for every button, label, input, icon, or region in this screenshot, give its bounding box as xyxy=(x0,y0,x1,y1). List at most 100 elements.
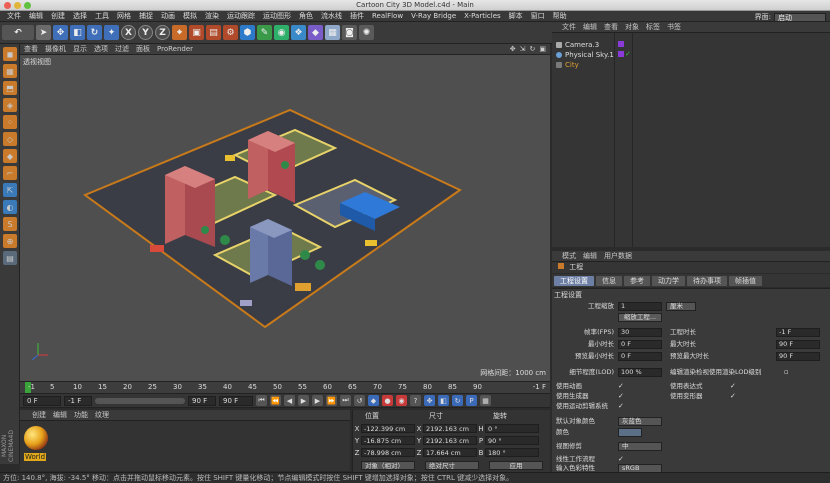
om-menu-tags[interactable]: 标签 xyxy=(646,22,660,32)
pos-y-field[interactable]: -16.875 cm xyxy=(361,436,415,445)
snap-icon[interactable]: S xyxy=(3,217,17,231)
edges-mode-icon[interactable]: ◇ xyxy=(3,132,17,146)
use-animation-checkbox[interactable]: ✓ xyxy=(618,383,624,390)
am-menu-edit[interactable]: 编辑 xyxy=(583,251,597,261)
axis-mode-icon[interactable]: ⌐ xyxy=(3,166,17,180)
lod-field[interactable]: 100 % xyxy=(618,368,662,377)
menu-animate[interactable]: 动画 xyxy=(157,11,179,22)
view-clip-dropdown[interactable]: 中 xyxy=(618,442,662,451)
menu-snap[interactable]: 捕捉 xyxy=(135,11,157,22)
size-z-field[interactable]: 17.664 cm xyxy=(423,448,477,457)
range-slider[interactable] xyxy=(95,397,185,404)
use-expression-checkbox[interactable]: ✓ xyxy=(730,383,736,390)
model-mode-icon[interactable]: ▦ xyxy=(3,64,17,78)
rot-b-field[interactable]: 180 ° xyxy=(485,448,539,457)
axis-y-button[interactable]: Y xyxy=(138,25,153,40)
vp-menu-filter[interactable]: 过滤 xyxy=(115,44,129,54)
menu-pipeline[interactable]: 流水线 xyxy=(317,11,346,22)
axis-x-button[interactable]: X xyxy=(121,25,136,40)
grid-plane-icon[interactable]: ▤ xyxy=(3,251,17,265)
coord-mode-dropdown[interactable]: 对象（相对） xyxy=(361,461,415,470)
rot-key-icon[interactable]: ↻ xyxy=(452,395,463,406)
menu-realflow[interactable]: RealFlow xyxy=(368,11,407,22)
deformer-icon[interactable]: ◆ xyxy=(308,25,323,40)
render-picture-viewer-icon[interactable]: ▤ xyxy=(206,25,221,40)
project-scale-field[interactable]: 1 xyxy=(618,302,662,311)
apply-button[interactable]: 应用 xyxy=(489,461,543,470)
autokey-icon[interactable]: ◉ xyxy=(396,395,407,406)
fps-field[interactable]: 30 xyxy=(618,328,662,337)
om-menu-view[interactable]: 查看 xyxy=(604,22,618,32)
use-deformer-checkbox[interactable]: ✓ xyxy=(730,393,736,400)
menu-motion-tracking[interactable]: 运动跟踪 xyxy=(223,11,259,22)
zoom-window-icon[interactable] xyxy=(24,2,31,9)
scale-project-button[interactable]: 缩放工程... xyxy=(618,313,662,322)
prev-frame-icon[interactable]: ◀ xyxy=(284,395,295,406)
pos-key-icon[interactable]: ✥ xyxy=(424,395,435,406)
material-name[interactable]: World xyxy=(24,453,47,461)
menu-select[interactable]: 选择 xyxy=(69,11,91,22)
undo-redo-icon[interactable]: ↶ xyxy=(2,25,34,40)
project-scale-unit[interactable]: 厘米 xyxy=(666,302,696,311)
menu-mesh[interactable]: 网格 xyxy=(113,11,135,22)
project-length-field[interactable]: -1 F xyxy=(776,328,820,337)
floor-grid-icon[interactable]: ▦ xyxy=(325,25,340,40)
make-editable-icon[interactable]: ◼ xyxy=(3,47,17,61)
perspective-viewport[interactable]: 透视视图 网格间距：1000 cm xyxy=(20,55,550,381)
use-motion-checkbox[interactable]: ✓ xyxy=(618,403,624,410)
next-frame-icon[interactable]: ▶ xyxy=(312,395,323,406)
current-frame-field[interactable]: 0 F xyxy=(23,395,61,406)
vp-maximize-icon[interactable]: ▣ xyxy=(539,45,546,53)
timeline-layout-icon[interactable]: ▦ xyxy=(480,395,491,406)
range-end-field[interactable]: 90 F xyxy=(219,395,253,406)
vp-menu-prorender[interactable]: ProRender xyxy=(157,45,193,53)
timeline-ruler[interactable]: -1 5 10 15 20 25 30 35 40 45 50 55 60 65… xyxy=(20,381,550,394)
goto-start-icon[interactable]: ⏮ xyxy=(256,395,267,406)
menu-tools[interactable]: 工具 xyxy=(91,11,113,22)
param-key-icon[interactable]: P xyxy=(466,395,477,406)
polygons-mode-icon[interactable]: ◆ xyxy=(3,149,17,163)
menu-simulate[interactable]: 模拟 xyxy=(179,11,201,22)
tab-key-interpolation[interactable]: 帧插值 xyxy=(729,275,762,286)
goto-end-icon[interactable]: ⏭ xyxy=(340,395,351,406)
rotate-tool-icon[interactable]: ↻ xyxy=(87,25,102,40)
camera-icon[interactable]: ◙ xyxy=(342,25,357,40)
om-menu-file[interactable]: 文件 xyxy=(562,22,576,32)
move-tool-icon[interactable]: ✥ xyxy=(53,25,68,40)
cube-primitive-icon[interactable]: ⬢ xyxy=(240,25,255,40)
object-row[interactable]: City xyxy=(556,60,579,69)
material-preview-ball[interactable] xyxy=(24,426,48,450)
object-row[interactable]: Physical Sky.1 xyxy=(556,50,614,59)
vp-menu-display[interactable]: 显示 xyxy=(73,44,87,54)
menu-file[interactable]: 文件 xyxy=(3,11,25,22)
scale-tool-icon[interactable]: ◧ xyxy=(70,25,85,40)
tab-todo[interactable]: 待办事项 xyxy=(687,275,727,286)
size-x-field[interactable]: 2192.163 cm xyxy=(423,424,477,433)
vp-menu-cameras[interactable]: 摄像机 xyxy=(45,44,66,54)
next-key-icon[interactable]: ⏩ xyxy=(326,395,337,406)
solo-mode-icon[interactable]: ◐ xyxy=(3,200,17,214)
mat-menu-edit[interactable]: 编辑 xyxy=(53,410,67,420)
texture-mode-icon[interactable]: ⬒ xyxy=(3,81,17,95)
linear-workflow-checkbox[interactable]: ✓ xyxy=(618,456,624,463)
keyframe-mode-icon[interactable]: ◆ xyxy=(368,395,379,406)
play-icon[interactable]: ▶ xyxy=(298,395,309,406)
om-menu-edit[interactable]: 编辑 xyxy=(583,22,597,32)
loop-icon[interactable]: ↺ xyxy=(354,395,365,406)
spline-pen-icon[interactable]: ✎ xyxy=(257,25,272,40)
vp-menu-panel[interactable]: 面板 xyxy=(136,44,150,54)
max-frame-field[interactable]: 90 F xyxy=(188,395,216,406)
mat-menu-function[interactable]: 功能 xyxy=(74,410,88,420)
am-menu-mode[interactable]: 模式 xyxy=(562,251,576,261)
om-menu-bookmarks[interactable]: 书签 xyxy=(667,22,681,32)
rot-p-field[interactable]: 90 ° xyxy=(485,436,539,445)
menu-character[interactable]: 角色 xyxy=(295,11,317,22)
record-icon[interactable]: ● xyxy=(382,395,393,406)
light-icon[interactable]: ✺ xyxy=(359,25,374,40)
menu-create[interactable]: 创建 xyxy=(47,11,69,22)
menu-help[interactable]: 帮助 xyxy=(549,11,571,22)
cloner-icon[interactable]: ❖ xyxy=(291,25,306,40)
tweak-mode-icon[interactable]: ⇱ xyxy=(3,183,17,197)
use-generator-checkbox[interactable]: ✓ xyxy=(618,393,624,400)
vp-menu-view[interactable]: 查看 xyxy=(24,44,38,54)
